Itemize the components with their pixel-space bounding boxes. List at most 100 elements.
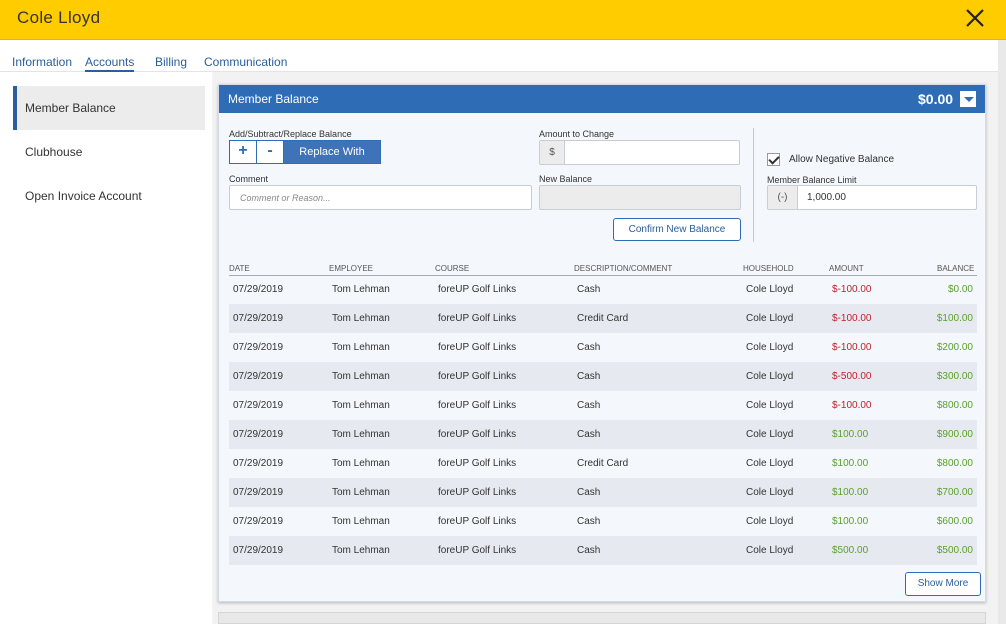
modal-header: Cole Lloyd — [0, 0, 1006, 40]
table-row: 07/29/2019 Tom Lehman foreUP Golf Links Cas… — [229, 275, 977, 304]
sidebar-item-clubhouse[interactable]: Clubhouse — [13, 130, 205, 174]
table-row: 07/29/2019 Tom Lehman foreUP Golf Links Cas… — [229, 536, 977, 565]
limit-value: 1,000.00 — [807, 192, 846, 203]
limit-input[interactable]: (-) 1,000.00 — [767, 185, 977, 210]
amount-cell: $-100.00 — [832, 342, 872, 353]
new-balance-field — [539, 185, 741, 210]
table-row: 07/29/2019 Tom Lehman foreUP Golf Links Cas… — [229, 333, 977, 362]
balance-cell: $900.00 — [936, 429, 973, 440]
clubhouse-panel-collapsed[interactable] — [218, 612, 986, 624]
household-cell: Cole Lloyd — [746, 545, 794, 556]
employee-cell: Tom Lehman — [332, 458, 390, 469]
course-cell: foreUP Golf Links — [438, 371, 517, 382]
date-cell: 07/29/2019 — [233, 342, 284, 353]
course-cell: foreUP Golf Links — [438, 487, 517, 498]
date-cell: 07/29/2019 — [233, 545, 284, 556]
tab-billing[interactable]: Billing — [155, 55, 187, 69]
balance-cell: $200.00 — [936, 342, 973, 353]
employee-cell: Tom Lehman — [332, 371, 390, 382]
tab-information[interactable]: Information — [12, 55, 72, 69]
table-row: 07/29/2019 Tom Lehman foreUP Golf Links Cas… — [229, 420, 977, 449]
household-cell: Cole Lloyd — [746, 400, 794, 411]
course-cell: foreUP Golf Links — [438, 458, 517, 469]
panel-title: Member Balance — [228, 92, 319, 106]
household-cell: Cole Lloyd — [746, 487, 794, 498]
table-row: 07/29/2019 Tom Lehman foreUP Golf Links Cre… — [229, 449, 977, 478]
column-header-description: DESCRIPTION/COMMENT — [574, 264, 673, 273]
description-cell: Credit Card — [577, 458, 629, 469]
course-cell: foreUP Golf Links — [438, 400, 517, 411]
balance-cell: $600.00 — [936, 516, 973, 527]
employee-cell: Tom Lehman — [332, 545, 390, 556]
amount-cell: $-100.00 — [832, 400, 872, 411]
subtract-button[interactable]: - — [256, 140, 284, 164]
table-row: 07/29/2019 Tom Lehman foreUP Golf Links Cas… — [229, 391, 977, 420]
column-header-balance: BALANCE — [937, 264, 975, 273]
checkbox-checked-icon[interactable] — [767, 153, 780, 166]
course-cell: foreUP Golf Links — [438, 516, 517, 527]
member-balance-panel: Member Balance $0.00 Add/Subtract/Replac… — [218, 84, 986, 602]
date-cell: 07/29/2019 — [233, 284, 284, 295]
close-icon[interactable] — [963, 6, 987, 30]
member-name-title: Cole Lloyd — [17, 8, 101, 27]
household-cell: Cole Lloyd — [746, 429, 794, 440]
tab-communication[interactable]: Communication — [204, 55, 287, 69]
amount-cell: $100.00 — [832, 516, 869, 527]
household-cell: Cole Lloyd — [746, 458, 794, 469]
description-cell: Cash — [577, 284, 601, 295]
balance-cell: $100.00 — [936, 313, 973, 324]
balance-cell: $800.00 — [936, 458, 973, 469]
comment-input[interactable]: Comment or Reason... — [229, 185, 532, 210]
description-cell: Cash — [577, 371, 601, 382]
balance-cell: $700.00 — [936, 487, 973, 498]
confirm-new-balance-button[interactable]: Confirm New Balance — [613, 218, 741, 241]
employee-cell: Tom Lehman — [332, 487, 390, 498]
limit-label: Member Balance Limit — [767, 175, 857, 185]
date-cell: 07/29/2019 — [233, 371, 284, 382]
employee-cell: Tom Lehman — [332, 516, 390, 527]
comment-placeholder: Comment or Reason... — [240, 193, 331, 203]
amount-cell: $-100.00 — [832, 313, 872, 324]
course-cell: foreUP Golf Links — [438, 313, 517, 324]
date-cell: 07/29/2019 — [233, 458, 284, 469]
course-cell: foreUP Golf Links — [438, 429, 517, 440]
description-cell: Cash — [577, 342, 601, 353]
table-row: 07/29/2019 Tom Lehman foreUP Golf Links Cas… — [229, 478, 977, 507]
description-cell: Cash — [577, 545, 601, 556]
amount-cell: $100.00 — [832, 487, 869, 498]
description-cell: Cash — [577, 429, 601, 440]
household-cell: Cole Lloyd — [746, 371, 794, 382]
vertical-scrollbar[interactable] — [998, 40, 1006, 624]
table-row: 07/29/2019 Tom Lehman foreUP Golf Links Cre… — [229, 304, 977, 333]
employee-cell: Tom Lehman — [332, 342, 390, 353]
add-button[interactable]: + — [229, 140, 257, 164]
divider — [753, 128, 754, 242]
tab-accounts[interactable]: Accounts — [85, 55, 135, 72]
household-cell: Cole Lloyd — [746, 342, 794, 353]
amount-label: Amount to Change — [539, 129, 615, 139]
sidebar-item-member-balance[interactable]: Member Balance — [13, 86, 205, 130]
description-cell: Cash — [577, 400, 601, 411]
column-header-employee: EMPLOYEE — [329, 264, 374, 273]
description-cell: Cash — [577, 516, 601, 527]
panel-balance: $0.00 — [918, 91, 954, 107]
balance-cell: $800.00 — [936, 400, 973, 411]
employee-cell: Tom Lehman — [332, 313, 390, 324]
amount-input[interactable]: $ — [539, 140, 740, 165]
panel-header: Member Balance $0.00 — [219, 85, 985, 113]
household-cell: Cole Lloyd — [746, 284, 794, 295]
employee-cell: Tom Lehman — [332, 429, 390, 440]
replace-with-button[interactable]: Replace With — [283, 140, 381, 164]
employee-cell: Tom Lehman — [332, 400, 390, 411]
amount-cell: $100.00 — [832, 458, 869, 469]
column-header-date: DATE — [229, 264, 250, 273]
date-cell: 07/29/2019 — [233, 313, 284, 324]
balance-cell: $500.00 — [936, 545, 973, 556]
chevron-down-icon[interactable] — [959, 90, 977, 108]
dollar-prefix: $ — [540, 141, 565, 164]
date-cell: 07/29/2019 — [233, 487, 284, 498]
course-cell: foreUP Golf Links — [438, 342, 517, 353]
date-cell: 07/29/2019 — [233, 516, 284, 527]
sidebar-item-open-invoice-account[interactable]: Open Invoice Account — [13, 174, 205, 218]
show-more-button[interactable]: Show More — [905, 572, 981, 596]
